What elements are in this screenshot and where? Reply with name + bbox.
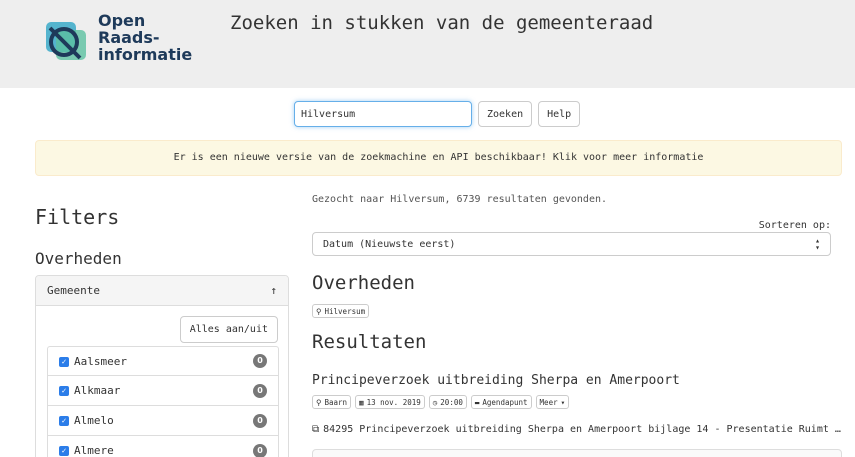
count-badge: 0 xyxy=(253,383,267,398)
select-arrows-icon: ▴ ▾ xyxy=(815,236,820,252)
page-title: Zoeken in stukken van de gemeenteraad xyxy=(230,12,654,34)
gemeente-panel: Gemeente ↑ Alles aan/uit ✓ Aalsmeer 0 ✓ Al… xyxy=(35,275,289,457)
location-tag: ⚲ Baarn xyxy=(312,395,352,409)
filters-title: Filters xyxy=(35,205,120,229)
result-title[interactable]: Principeverzoek uitbreiding Sherpa en Am… xyxy=(312,373,680,388)
overheden-results-title: Overheden xyxy=(312,272,415,294)
list-item-label: Almelo xyxy=(74,414,114,427)
logo-line-1: Open xyxy=(98,11,146,30)
search-bar: Zoeken Help xyxy=(294,101,581,127)
checkbox-checked-icon[interactable]: ✓ xyxy=(59,416,69,426)
list-item-label: Aalsmeer xyxy=(74,354,127,368)
gemeente-panel-title: Gemeente xyxy=(47,284,100,297)
type-tag: ▬ Agendapunt xyxy=(470,395,532,409)
search-button[interactable]: Zoeken xyxy=(478,101,533,127)
toggle-all-button[interactable]: Alles aan/uit xyxy=(179,316,278,343)
help-button[interactable]: Help xyxy=(538,101,581,127)
collapse-arrow-icon[interactable]: ↑ xyxy=(270,284,277,297)
logo-text: Open Raads- informatie xyxy=(98,12,192,63)
sitemap-icon: ⧉ xyxy=(312,424,320,435)
checkbox-checked-icon[interactable]: ✓ xyxy=(59,356,69,367)
overheid-tag-label: Hilversum xyxy=(324,306,366,316)
map-marker-icon: ⚲ xyxy=(316,397,322,407)
search-input[interactable] xyxy=(294,101,472,127)
location-label: Baarn xyxy=(324,397,348,407)
time-tag: ◷ 20:00 xyxy=(428,395,467,409)
logo-icon xyxy=(46,22,86,60)
date-label: 13 nov. 2019 xyxy=(366,397,421,407)
overheden-filter-title: Overheden xyxy=(35,249,122,268)
list-item-label: Alkmaar xyxy=(74,384,121,397)
document-preview xyxy=(312,449,842,457)
more-label: Meer xyxy=(539,397,558,407)
count-badge: 0 xyxy=(253,413,267,428)
list-item[interactable]: ✓ Aalsmeer 0 xyxy=(47,346,279,376)
overheden-tags: ⚲ Hilversum xyxy=(312,304,370,318)
gemeente-list: ✓ Aalsmeer 0 ✓ Alkmaar 0 ✓ Almelo 0 ✓ Almere… xyxy=(47,346,279,457)
list-item-label: Almere xyxy=(74,444,114,457)
logo-line-2: Raads- xyxy=(98,28,160,47)
list-item[interactable]: ✓ Alkmaar 0 xyxy=(47,376,279,406)
sort-label: Sorteren op: xyxy=(758,220,831,231)
results-summary: Gezocht naar Hilversum, 6739 resultaten … xyxy=(312,194,608,205)
document-title: 84295 Principeverzoek uitbreiding Sherpa… xyxy=(323,424,841,435)
new-version-alert[interactable]: Er is een nieuwe versie van de zoekmachi… xyxy=(35,140,842,176)
sort-select[interactable]: Datum (Nieuwste eerst) ▴ ▾ xyxy=(312,232,831,256)
map-marker-icon: ⚲ xyxy=(316,306,322,316)
type-label: Agendapunt xyxy=(482,397,528,407)
list-item[interactable]: ✓ Almere 0 xyxy=(47,436,279,457)
clock-icon: ◷ xyxy=(432,397,438,407)
checkbox-checked-icon[interactable]: ✓ xyxy=(59,386,69,396)
logo[interactable]: Open Raads- informatie xyxy=(42,12,192,72)
time-label: 20:00 xyxy=(440,397,463,407)
date-tag: ▦ 13 nov. 2019 xyxy=(355,395,425,409)
inbox-icon: ▬ xyxy=(474,397,480,407)
count-badge: 0 xyxy=(253,443,267,457)
calendar-icon: ▦ xyxy=(359,397,364,407)
header: Open Raads- informatie Zoeken in stukken… xyxy=(0,0,855,88)
gemeente-panel-header[interactable]: Gemeente ↑ xyxy=(36,276,288,306)
overheid-tag[interactable]: ⚲ Hilversum xyxy=(312,304,370,318)
document-link[interactable]: ⧉ 84295 Principeverzoek uitbreiding Sherp… xyxy=(312,424,842,435)
more-dropdown[interactable]: Meer ▾ xyxy=(535,395,570,409)
caret-down-icon: ▾ xyxy=(560,397,566,407)
list-item[interactable]: ✓ Almelo 0 xyxy=(47,406,279,436)
count-badge: 0 xyxy=(253,354,267,368)
sort-select-value: Datum (Nieuwste eerst) xyxy=(323,238,456,250)
resultaten-title: Resultaten xyxy=(312,331,427,353)
checkbox-checked-icon[interactable]: ✓ xyxy=(59,446,69,456)
result-meta: ⚲ Baarn ▦ 13 nov. 2019 ◷ 20:00 ▬ Agendapunt … xyxy=(312,395,570,409)
logo-line-3: informatie xyxy=(98,45,193,64)
